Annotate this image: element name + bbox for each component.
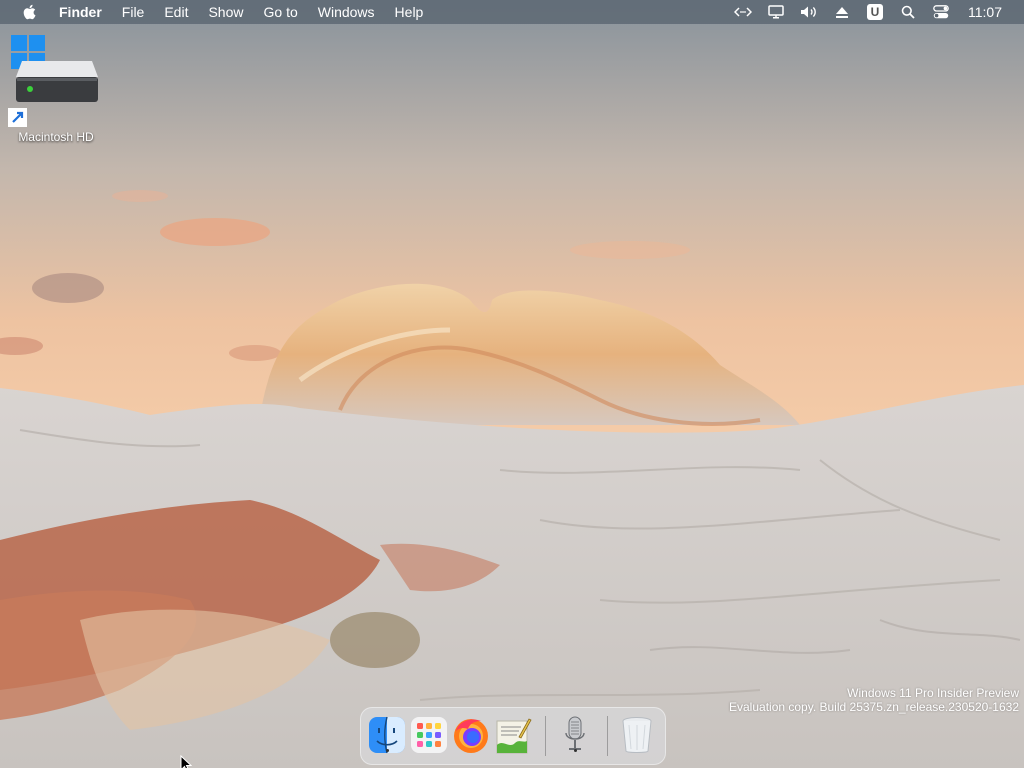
trash-icon[interactable] bbox=[617, 715, 657, 755]
menu-help[interactable]: Help bbox=[395, 0, 424, 24]
wallpaper bbox=[0, 0, 1024, 768]
eject-icon[interactable] bbox=[832, 3, 852, 21]
menu-show[interactable]: Show bbox=[208, 0, 243, 24]
firefox-icon[interactable] bbox=[451, 715, 491, 755]
hard-drive-icon bbox=[8, 35, 98, 127]
apple-menu-icon[interactable] bbox=[22, 4, 37, 20]
script-editor-icon[interactable] bbox=[493, 715, 533, 755]
desktop[interactable]: Finder File Edit Show Go to Windows Help… bbox=[0, 0, 1024, 768]
desktop-icon-label: Macintosh HD bbox=[18, 130, 94, 144]
watermark-line-2: Evaluation copy. Build 25375.zn_release.… bbox=[729, 700, 1019, 714]
menu-bar: Finder File Edit Show Go to Windows Help… bbox=[0, 0, 1024, 24]
display-icon[interactable] bbox=[766, 3, 786, 21]
windows-watermark: Windows 11 Pro Insider Preview Evaluatio… bbox=[729, 686, 1019, 714]
code-arrows-icon[interactable] bbox=[733, 3, 753, 21]
dock-separator bbox=[607, 716, 608, 756]
menu-edit[interactable]: Edit bbox=[164, 0, 188, 24]
running-indicator bbox=[386, 749, 389, 752]
menu-finder[interactable]: Finder bbox=[59, 0, 102, 24]
finder-icon[interactable] bbox=[367, 715, 407, 755]
dock-separator bbox=[545, 716, 546, 756]
volume-icon[interactable] bbox=[799, 3, 819, 21]
launchpad-icon[interactable] bbox=[409, 715, 449, 755]
u-app-icon[interactable]: U bbox=[865, 3, 885, 21]
menu-bar-clock[interactable]: 11:07 bbox=[968, 4, 1002, 20]
menu-windows[interactable]: Windows bbox=[318, 0, 375, 24]
running-indicator bbox=[574, 749, 577, 752]
desktop-icon-macintosh-hd[interactable]: Macintosh HD bbox=[8, 32, 104, 152]
search-icon[interactable] bbox=[898, 3, 918, 21]
menu-go-to[interactable]: Go to bbox=[264, 0, 298, 24]
control-center-icon[interactable] bbox=[931, 3, 951, 21]
menu-file[interactable]: File bbox=[122, 0, 145, 24]
mouse-cursor-icon bbox=[180, 755, 192, 768]
dock bbox=[360, 707, 666, 765]
u-badge: U bbox=[867, 4, 883, 20]
microphone-icon[interactable] bbox=[555, 715, 595, 755]
watermark-line-1: Windows 11 Pro Insider Preview bbox=[847, 686, 1019, 700]
